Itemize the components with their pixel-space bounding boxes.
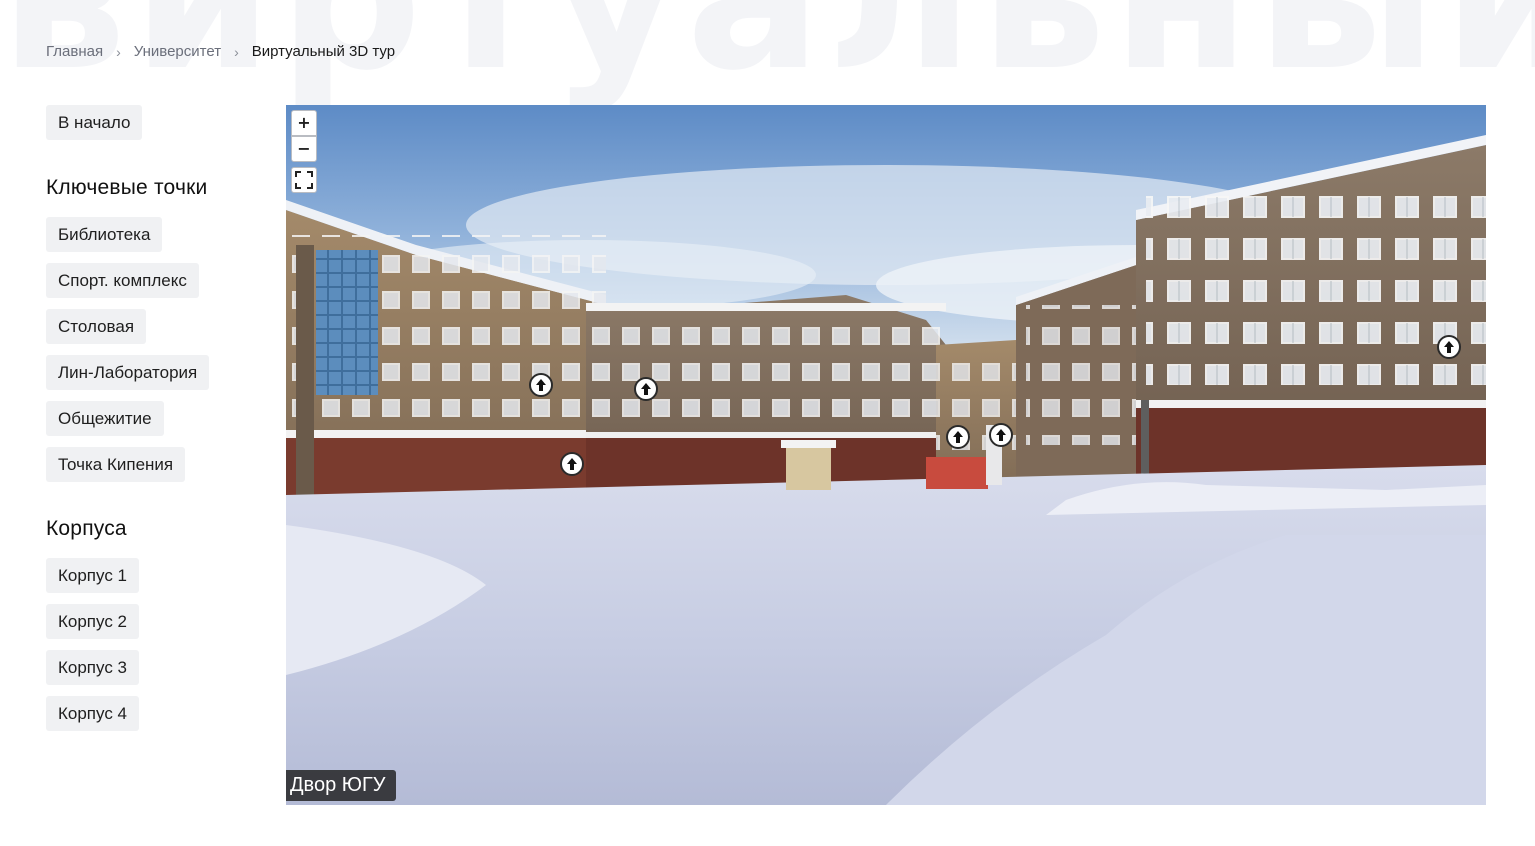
key-point-sport-complex[interactable]: Спорт. комплекс [46, 263, 199, 298]
navigation-hotspot[interactable] [560, 452, 584, 476]
key-point-canteen[interactable]: Столовая [46, 309, 147, 344]
building-4[interactable]: Корпус 4 [46, 696, 140, 731]
navigation-hotspot[interactable] [1437, 335, 1461, 359]
navigation-hotspot[interactable] [989, 423, 1013, 447]
fullscreen-button[interactable] [291, 167, 317, 193]
arrow-up-icon [953, 431, 963, 443]
arrow-up-icon [567, 458, 577, 470]
building-1[interactable]: Корпус 1 [46, 558, 140, 593]
arrow-up-icon [536, 379, 546, 391]
zoom-out-button[interactable]: − [291, 136, 317, 162]
key-point-boiling-point[interactable]: Точка Кипения [46, 447, 186, 482]
breadcrumb-current: Виртуальный 3D тур [251, 43, 396, 60]
key-point-library[interactable]: Библиотека [46, 217, 163, 252]
buildings-title: Корпуса [46, 517, 127, 540]
navigation-hotspot[interactable] [634, 377, 658, 401]
breadcrumb-link-home[interactable]: Главная [46, 43, 103, 60]
panorama-viewer[interactable]: + − Двор ЮГУ [286, 105, 1486, 805]
panorama-image [286, 135, 1486, 805]
scene-title: Двор ЮГУ [286, 770, 396, 801]
breadcrumb: Главная › Университет › Виртуальный 3D т… [46, 43, 395, 60]
buildings-list: Корпус 1 Корпус 2 Корпус 3 Корпус 4 [46, 558, 266, 731]
key-points-title: Ключевые точки [46, 176, 208, 199]
arrow-up-icon [1444, 341, 1454, 353]
navigation-hotspot[interactable] [946, 425, 970, 449]
arrow-up-icon [641, 383, 651, 395]
breadcrumb-link-university[interactable]: Университет [134, 43, 221, 60]
sidebar: В начало Ключевые точки Библиотека Спорт… [46, 105, 266, 731]
key-point-lean-lab[interactable]: Лин-Лаборатория [46, 355, 210, 390]
chevron-right-icon: › [234, 43, 239, 60]
fullscreen-icon [295, 171, 313, 189]
arrow-up-icon [996, 429, 1006, 441]
chevron-right-icon: › [116, 43, 121, 60]
key-point-dormitory[interactable]: Общежитие [46, 401, 164, 436]
key-points-list: Библиотека Спорт. комплекс Столовая Лин-… [46, 217, 266, 482]
building-3[interactable]: Корпус 3 [46, 650, 140, 685]
start-button[interactable]: В начало [46, 105, 143, 140]
navigation-hotspot[interactable] [529, 373, 553, 397]
zoom-in-button[interactable]: + [291, 110, 317, 136]
building-2[interactable]: Корпус 2 [46, 604, 140, 639]
